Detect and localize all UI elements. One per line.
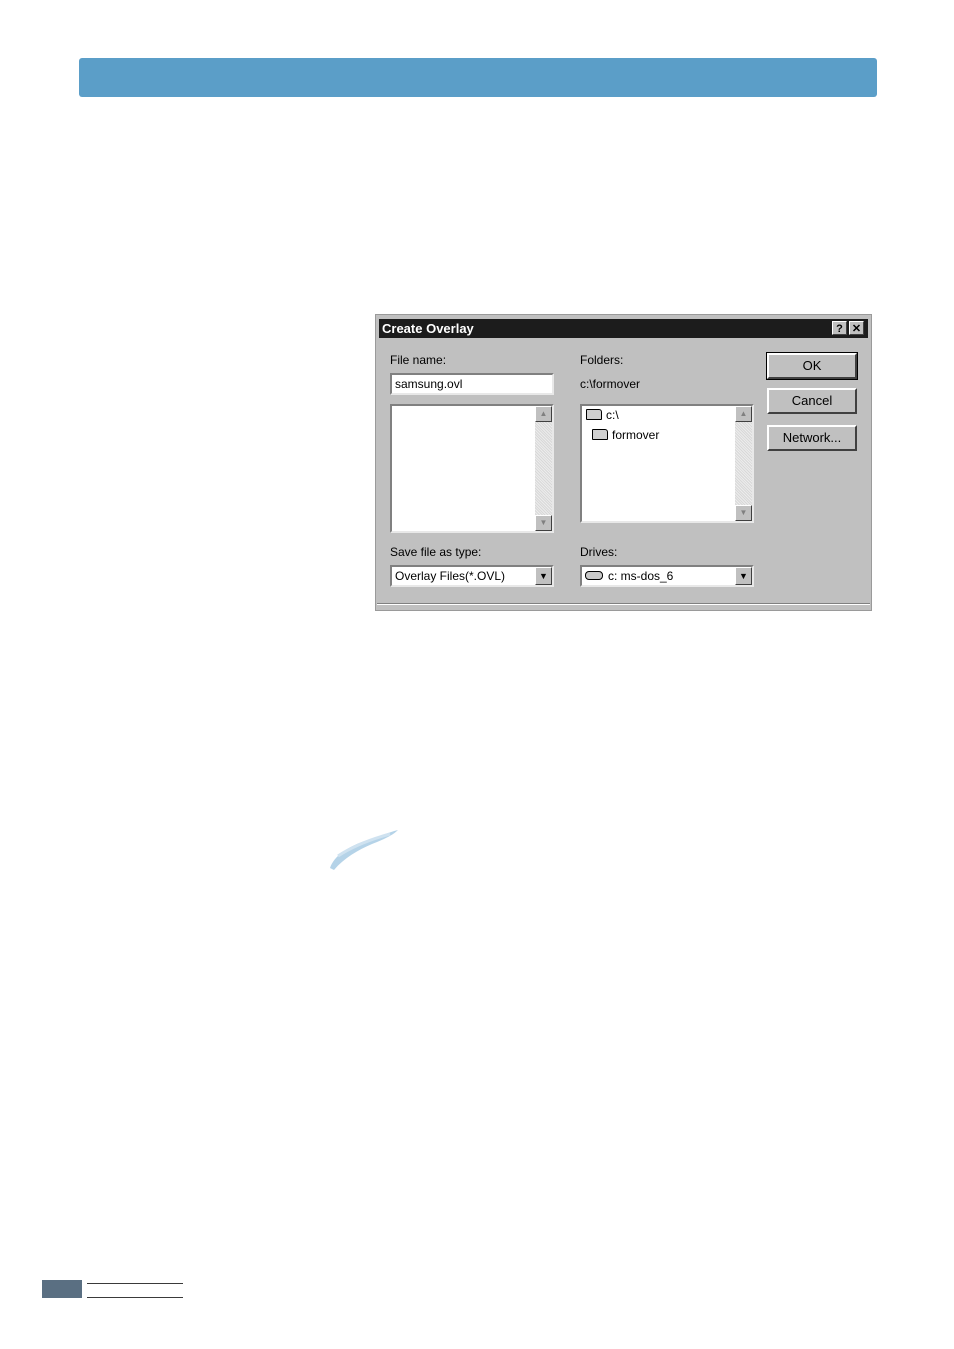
save-type-select[interactable]: Overlay Files(*.OVL) ▼: [390, 565, 554, 587]
ok-button[interactable]: OK: [766, 352, 858, 380]
drives-select[interactable]: c: ms-dos_6 ▼: [580, 565, 754, 587]
footer-rule-top: [87, 1283, 183, 1284]
save-type-label: Save file as type:: [390, 545, 482, 559]
drive-selected: c: ms-dos_6: [585, 569, 673, 583]
file-list[interactable]: ▲ ▼: [390, 404, 554, 533]
folders-label: Folders:: [580, 353, 624, 367]
dialog-bottom-divider: [377, 603, 870, 605]
folder-item-label: formover: [612, 428, 660, 442]
file-name-value: samsung.ovl: [395, 377, 463, 391]
folder-item-root[interactable]: c:\: [586, 408, 619, 422]
folder-item-label: c:\: [606, 408, 619, 422]
folder-list-scrollbar[interactable]: ▲ ▼: [735, 406, 752, 521]
folder-item-formover[interactable]: formover: [592, 428, 659, 442]
file-name-label: File name:: [390, 353, 447, 367]
file-list-scrollbar[interactable]: ▲ ▼: [535, 406, 552, 531]
save-type-value: Overlay Files(*.OVL): [395, 569, 506, 583]
section-header-bar: [79, 58, 877, 97]
dialog-titlebar: Create Overlay ? ✕: [379, 319, 868, 338]
scroll-up-arrow-icon[interactable]: ▲: [535, 406, 552, 422]
open-folder-icon: [592, 429, 608, 440]
page-number-block: [42, 1280, 82, 1298]
dialog-title: Create Overlay: [382, 321, 474, 336]
create-overlay-dialog: Create Overlay ? ✕ File name: samsung.ov…: [375, 314, 872, 611]
scroll-down-arrow-icon[interactable]: ▼: [535, 515, 552, 531]
close-button[interactable]: ✕: [849, 321, 864, 335]
open-folder-icon: [586, 409, 602, 420]
current-folder-path: c:\formover: [580, 377, 641, 391]
drives-label: Drives:: [580, 545, 618, 559]
help-button[interactable]: ?: [832, 321, 847, 335]
folder-list[interactable]: c:\ formover ▲ ▼: [580, 404, 754, 523]
scroll-up-arrow-icon[interactable]: ▲: [735, 406, 752, 422]
drive-value: c: ms-dos_6: [608, 569, 674, 583]
brush-stroke-decoration: [330, 830, 398, 870]
chevron-down-icon[interactable]: ▼: [535, 567, 552, 585]
chevron-down-icon[interactable]: ▼: [735, 567, 752, 585]
file-name-input[interactable]: samsung.ovl: [390, 373, 554, 395]
footer-rule-bottom: [87, 1297, 183, 1298]
scroll-down-arrow-icon[interactable]: ▼: [735, 505, 752, 521]
cancel-button[interactable]: Cancel: [767, 388, 857, 414]
network-button[interactable]: Network...: [767, 425, 857, 451]
hard-drive-icon: [585, 571, 603, 580]
